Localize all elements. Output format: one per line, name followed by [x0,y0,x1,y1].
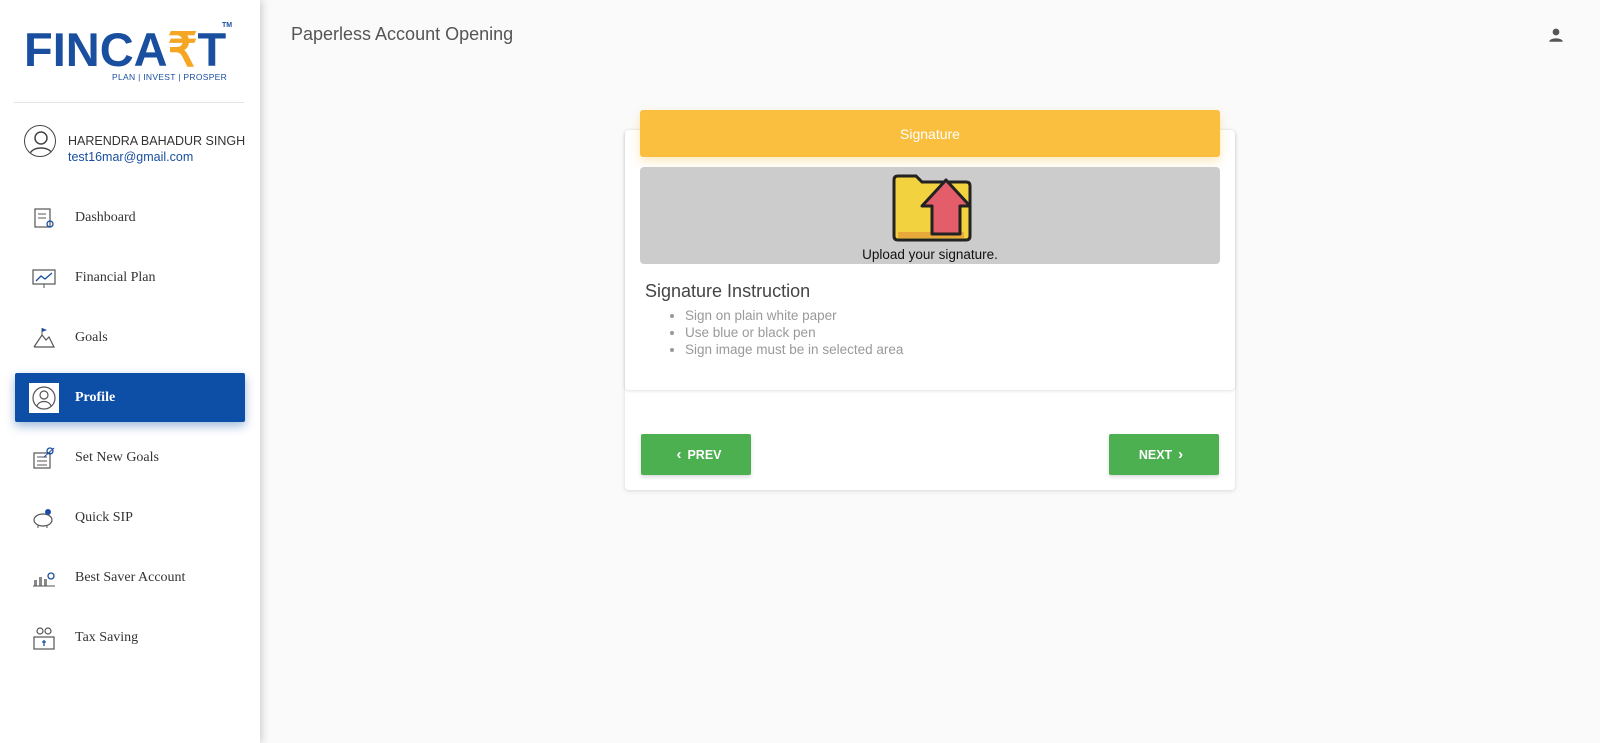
avatar-icon [24,125,56,157]
sidebar-nav: Dashboard Financial Plan Goals Profile S… [15,193,245,673]
sidebar-item-label: Goals [75,329,108,345]
next-button[interactable]: NEXT › [1109,434,1219,475]
sidebar-item-financial-plan[interactable]: Financial Plan [15,253,245,302]
sidebar-item-quick-sip[interactable]: Quick SIP [15,493,245,542]
card-header: Signature [640,110,1220,157]
prev-button[interactable]: ‹ PREV [641,434,751,475]
instruction-list: Sign on plain white paper Use blue or bl… [685,307,903,358]
chevron-left-icon: ‹ [676,446,682,463]
page-title: Paperless Account Opening [291,24,514,44]
tax-icon [31,625,57,651]
prev-button-label: PREV [687,447,722,462]
signature-upload-area[interactable]: Upload your signature. [640,167,1220,264]
sidebar-item-set-new-goals[interactable]: Set New Goals [15,433,245,482]
sidebar-item-label: Tax Saving [75,629,139,645]
chevron-right-icon: › [1178,446,1184,463]
sidebar-item-label: Profile [75,389,116,405]
sidebar-item-dashboard[interactable]: Dashboard [15,193,245,242]
list-item: Sign image must be in selected area [685,341,903,358]
target-calendar-icon [31,445,57,471]
sidebar-item-label: Quick SIP [75,509,133,525]
savings-icon [31,565,57,591]
profile-icon [29,383,59,413]
folder-upload-icon [890,172,974,244]
sidebar-item-label: Financial Plan [75,269,156,285]
next-button-label: NEXT [1138,447,1173,462]
sidebar-item-label: Set New Goals [75,449,159,465]
instruction-title: Signature Instruction [645,281,811,301]
account-icon[interactable] [1547,26,1565,44]
sidebar-item-goals[interactable]: Goals [15,313,245,362]
fincart-logo[interactable]: FINCA₹T TM PLAN | INVEST | PROSPER [24,22,234,86]
user-email: test16mar@gmail.com [68,150,194,164]
user-name: HARENDRA BAHADUR SINGH [68,134,246,148]
mountain-flag-icon [31,325,57,351]
sidebar-item-label: Dashboard [75,209,136,225]
logo-tagline: PLAN | INVEST | PROSPER [112,72,228,82]
user-profile-summary: HARENDRA BAHADUR SINGH test16mar@gmail.c… [24,125,254,169]
logo-text: FINCA₹T [24,23,227,76]
sidebar-item-tax-saving[interactable]: Tax Saving [15,613,245,662]
dashboard-icon [31,205,57,231]
chart-board-icon [31,265,57,291]
sidebar-item-best-saver-account[interactable]: Best Saver Account [15,553,245,602]
sidebar: FINCA₹T TM PLAN | INVEST | PROSPER HAREN… [0,0,260,743]
logo-trademark: TM [222,22,233,29]
piggy-bank-icon [31,505,57,531]
list-item: Use blue or black pen [685,324,903,341]
list-item: Sign on plain white paper [685,307,903,324]
sidebar-item-profile[interactable]: Profile [15,373,245,422]
sidebar-divider [14,102,244,103]
upload-text: Upload your signature. [862,247,998,262]
sidebar-item-label: Best Saver Account [75,569,186,585]
